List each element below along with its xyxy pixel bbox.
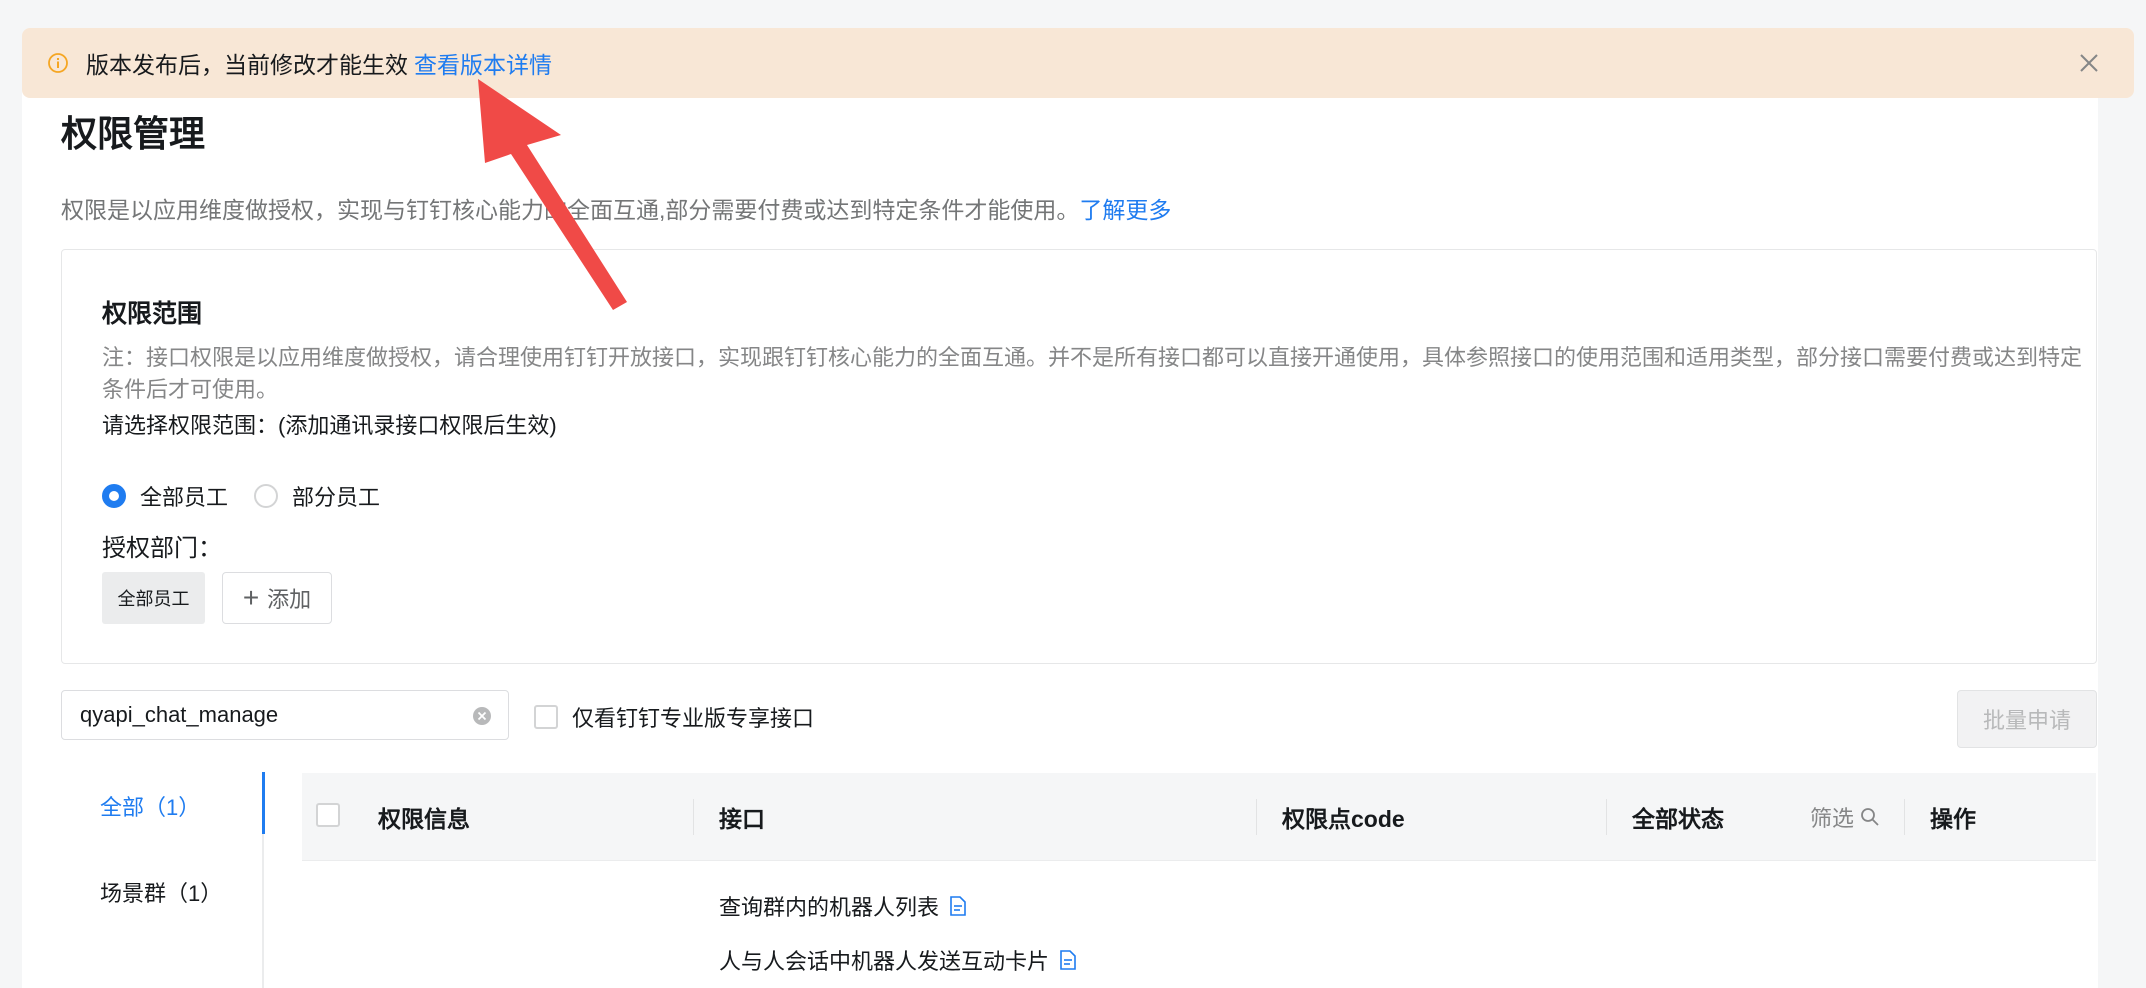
- close-icon[interactable]: [2076, 50, 2102, 76]
- header-api: 接口: [719, 806, 765, 832]
- select-all-checkbox[interactable]: [316, 803, 340, 827]
- release-banner: 版本发布后，当前修改才能生效 查看版本详情: [22, 28, 2134, 98]
- header-permission-info: 权限信息: [378, 806, 470, 832]
- api-item: 查询群内的机器人列表: [719, 890, 967, 922]
- radio-unchecked-icon: [254, 484, 279, 508]
- column-divider: [1606, 799, 1607, 835]
- api-label: 查询群内的机器人列表: [719, 895, 940, 920]
- description-text: 权限是以应用维度做授权，实现与钉钉核心能力的全面互通,部分需要付费或达到特定条件…: [61, 197, 1080, 223]
- dept-tag-all-staff: 全部员工: [102, 572, 205, 624]
- search-input[interactable]: [80, 702, 460, 728]
- column-divider: [1256, 799, 1257, 835]
- checkbox-icon: [534, 705, 558, 729]
- header-permission-code: 权限点code: [1282, 806, 1405, 832]
- document-icon[interactable]: [1059, 950, 1077, 970]
- plus-icon: +: [242, 582, 260, 613]
- page-title: 权限管理: [61, 113, 206, 154]
- column-divider: [693, 799, 694, 835]
- info-icon: [46, 51, 70, 75]
- authorized-dept-label: 授权部门：: [102, 535, 222, 562]
- clear-icon[interactable]: [472, 706, 492, 726]
- document-icon[interactable]: [949, 896, 967, 916]
- banner-message: 版本发布后，当前修改才能生效: [86, 52, 408, 78]
- radio-all-staff[interactable]: 全部员工: [102, 480, 228, 512]
- radio-partial-staff-label: 部分员工: [292, 485, 381, 510]
- add-dept-label: 添加: [267, 587, 312, 612]
- permission-table-header: 权限信息 接口 权限点code 全部状态 筛选 操作: [302, 773, 2096, 861]
- header-status: 全部状态: [1632, 806, 1724, 832]
- scope-select-label: 请选择权限范围：(添加通讯录接口权限后生效): [102, 413, 557, 438]
- learn-more-link[interactable]: 了解更多: [1079, 197, 1171, 223]
- radio-all-staff-label: 全部员工: [140, 485, 229, 510]
- search-icon: [1861, 808, 1879, 826]
- nav-item-all[interactable]: 全部（1）: [100, 790, 200, 822]
- column-divider: [1904, 799, 1905, 835]
- batch-apply-button[interactable]: 批量申请: [1957, 690, 2097, 748]
- add-dept-button[interactable]: + 添加: [222, 572, 332, 624]
- nav-item-scene-group[interactable]: 场景群（1）: [100, 876, 222, 908]
- radio-checked-icon: [102, 484, 126, 508]
- api-search-box: [61, 690, 509, 740]
- nav-active-indicator: [262, 772, 265, 834]
- permission-scope-panel: 权限范围 注：接口权限是以应用维度做授权，请合理使用钉钉开放接口，实现跟钉钉核心…: [61, 249, 2097, 664]
- header-action: 操作: [1930, 806, 1976, 832]
- filter-label: 筛选: [1810, 806, 1855, 831]
- radio-partial-staff[interactable]: 部分员工: [254, 480, 380, 512]
- scope-note: 注：接口权限是以应用维度做授权，请合理使用钉钉开放接口，实现跟钉钉核心能力的全面…: [102, 345, 2083, 402]
- category-nav: 全部（1） 场景群（1）: [61, 772, 265, 988]
- status-filter-button[interactable]: 筛选: [1810, 773, 1880, 861]
- scope-title: 权限范围: [102, 300, 203, 328]
- scope-radio-group: 全部员工 部分员工: [102, 480, 406, 512]
- api-item: 人与人会话中机器人发送互动卡片: [719, 944, 1077, 976]
- pro-only-checkbox[interactable]: 仅看钉钉专业版专享接口: [534, 701, 814, 733]
- view-version-details-link[interactable]: 查看版本详情: [414, 46, 552, 80]
- pro-only-label: 仅看钉钉专业版专享接口: [572, 706, 815, 731]
- api-label: 人与人会话中机器人发送互动卡片: [719, 949, 1050, 974]
- page-description: 权限是以应用维度做授权，实现与钉钉核心能力的全面互通,部分需要付费或达到特定条件…: [61, 191, 1171, 225]
